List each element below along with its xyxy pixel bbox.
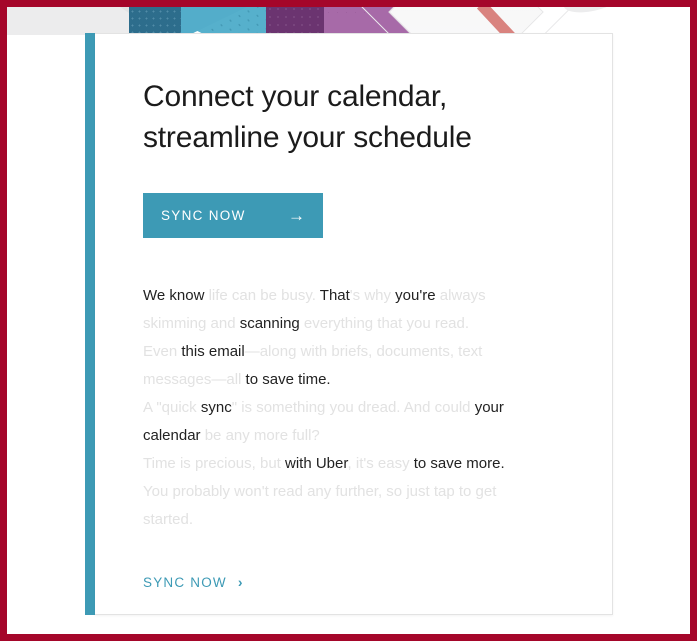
email-card-wrapper: Connect your calendar, streamline your s… [85,33,613,615]
grey-ribbon-accent-shape [27,7,157,29]
body-copy-segment: Even [143,342,182,360]
body-copy-segment: you're [395,286,440,304]
body-copy: We know life can be busy. That's why you… [143,282,543,534]
body-copy-segment: sync [200,398,232,416]
sync-now-link[interactable]: SYNC NOW › [143,575,244,590]
body-copy-segment: scanning [239,314,300,332]
chevron-right-icon: › [237,574,244,591]
body-copy-segment: everything that you read. [299,314,470,332]
body-copy-segment: this email [181,342,245,360]
body-copy-segment: A "quick [143,398,201,416]
grey-cube-top-face [145,7,207,34]
body-copy-segment: 's why [349,286,396,304]
body-copy-segment: That [319,286,350,304]
body-copy-segment: to save time. [245,370,331,388]
pink-diagonal-stripe-mid [157,7,273,32]
body-copy-segment: life can be busy. [208,286,320,304]
grey-ellipse-shape [561,7,623,17]
purple-box-dot-texture [324,7,370,13]
body-copy-segment: You probably won't read any further, so … [143,482,497,528]
email-card: Connect your calendar, streamline your s… [95,33,613,615]
email-card-content: Connect your calendar, streamline your s… [95,34,612,592]
body-copy-segment: to save more. [413,454,505,472]
email-preview-viewport: Connect your calendar, streamline your s… [0,0,697,641]
sync-now-button[interactable]: SYNC NOW → [143,192,323,238]
body-copy-segment: be any more full? [200,426,320,444]
arrow-right-icon: → [288,205,305,225]
card-accent-bar [85,33,95,615]
sync-now-link-label: SYNC NOW [143,574,227,590]
body-copy-segment: We know [143,286,209,304]
pink-diagonal-stripe-left [7,7,87,127]
grey-ribbon-shape [7,7,196,35]
page-title: Connect your calendar, streamline your s… [143,80,472,155]
body-copy-segment: , it's easy [347,454,414,472]
body-copy-segment: Time is precious, but [143,454,285,472]
sync-now-button-label: SYNC NOW [161,207,246,223]
body-copy-segment: " is something you dread. And could [231,398,475,416]
body-copy-segment: with Uber [285,454,348,472]
